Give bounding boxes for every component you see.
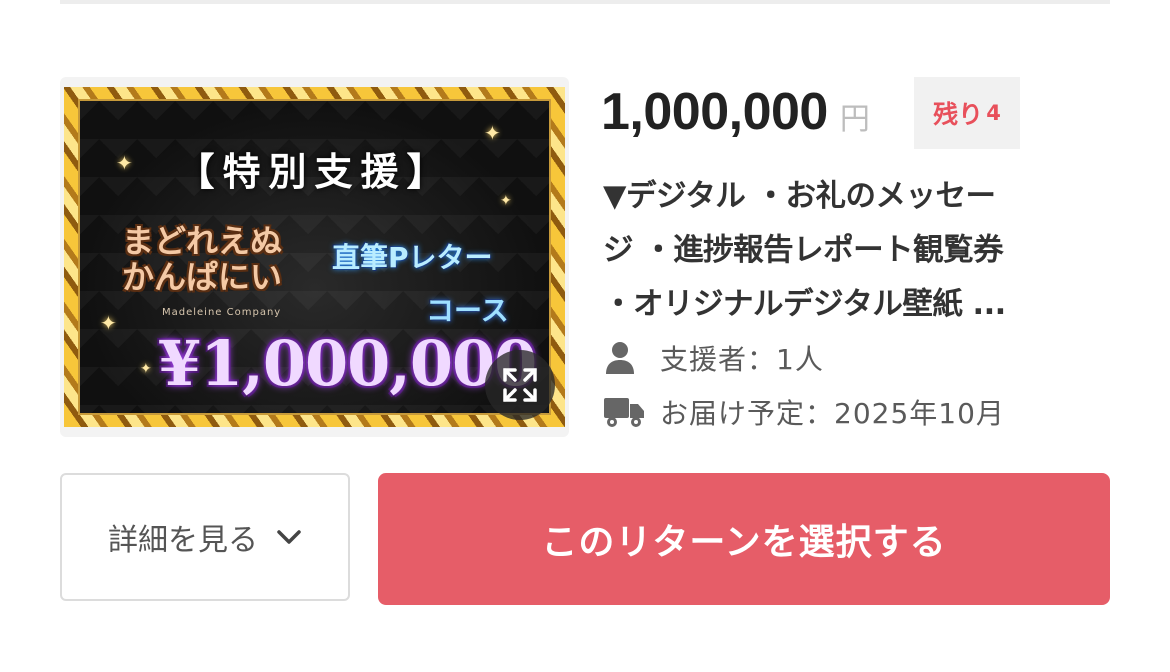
reward-title: ▼デジタル ・お礼のメッセー ジ ・進捗報告レポート観覧券 ・オリジナルデジタル… bbox=[603, 170, 1108, 332]
sparkle-icon: ✦ bbox=[100, 311, 117, 335]
supporters-label: 支援者：1人 bbox=[660, 343, 824, 376]
reward-title-line: ジ ・進捗報告レポート観覧券 bbox=[603, 233, 1004, 268]
price-currency: 円 bbox=[839, 103, 870, 136]
expand-icon bbox=[503, 368, 537, 402]
person-icon bbox=[606, 342, 634, 374]
remaining-badge: 残り 4 bbox=[914, 77, 1020, 149]
price-value: 1,000,000 bbox=[601, 83, 828, 141]
sparkle-icon: ✦ bbox=[500, 193, 512, 209]
supporters-count: 支援者：1人 bbox=[604, 338, 824, 378]
delivery-label: お届け予定：2025年10月 bbox=[660, 397, 1005, 430]
price-row: 1,000,000 円 bbox=[601, 82, 870, 152]
view-details-button[interactable]: 詳細を見る bbox=[60, 473, 350, 601]
top-divider bbox=[60, 0, 1110, 4]
thumbnail-letter-text: 直筆Pレター bbox=[332, 241, 493, 274]
delivery-date: お届け予定：2025年10月 bbox=[604, 392, 1005, 432]
chevron-down-icon bbox=[277, 530, 301, 544]
thumbnail-course-text: コース bbox=[426, 294, 509, 327]
thumbnail-logo-subtext: Madeleine Company bbox=[162, 307, 282, 318]
truck-icon bbox=[604, 398, 644, 427]
sparkle-icon: ✦ bbox=[140, 361, 152, 377]
remaining-count: 4 bbox=[986, 101, 1001, 125]
reward-title-line: ▼デジタル ・お礼のメッセー bbox=[603, 179, 996, 214]
thumbnail-logo: まどれえぬ かんぱにい bbox=[122, 222, 283, 296]
expand-image-button[interactable] bbox=[485, 350, 555, 420]
select-reward-button[interactable]: このリターンを選択する bbox=[378, 473, 1110, 605]
view-details-label: 詳細を見る bbox=[108, 523, 258, 558]
sparkle-icon: ✦ bbox=[116, 151, 133, 175]
select-reward-label: このリターンを選択する bbox=[541, 522, 947, 563]
thumbnail-panel: 【特別支援】 まどれえぬ かんぱにい Madeleine Company 直筆P… bbox=[78, 99, 551, 415]
thumbnail-tag: 【特別支援】 bbox=[176, 149, 453, 194]
reward-title-line: ・オリジナルデジタル壁紙 ... bbox=[603, 287, 1006, 322]
sparkle-icon: ✦ bbox=[484, 121, 501, 145]
thumbnail-price-text: ¥1,000,000 bbox=[158, 327, 537, 400]
remaining-label: 残り bbox=[933, 100, 984, 129]
